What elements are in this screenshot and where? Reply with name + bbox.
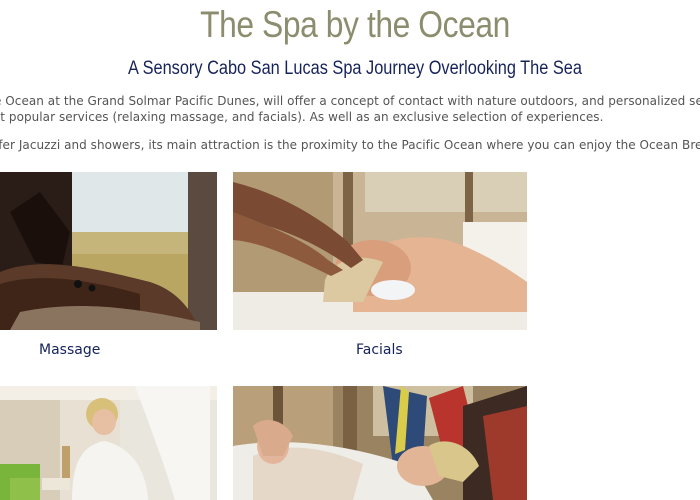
page-title: The Spa by the Ocean <box>200 4 510 45</box>
facials-caption[interactable]: Facials <box>356 342 403 358</box>
intro-paragraph-line-1: e Ocean at the Grand Solmar Pacific Dune… <box>0 94 700 108</box>
spa-treatment-photo[interactable] <box>233 386 527 500</box>
massage-photo[interactable] <box>0 172 217 330</box>
intro-paragraph-line-3: ffer Jacuzzi and showers, its main attra… <box>0 138 700 152</box>
intro-paragraph-line-2: st popular services (relaxing massage, a… <box>0 110 604 124</box>
facials-photo[interactable] <box>233 172 527 330</box>
page-subtitle: A Sensory Cabo San Lucas Spa Journey Ove… <box>128 58 582 79</box>
massage-caption[interactable]: Massage <box>39 342 100 358</box>
spa-robe-photo[interactable] <box>0 386 217 500</box>
